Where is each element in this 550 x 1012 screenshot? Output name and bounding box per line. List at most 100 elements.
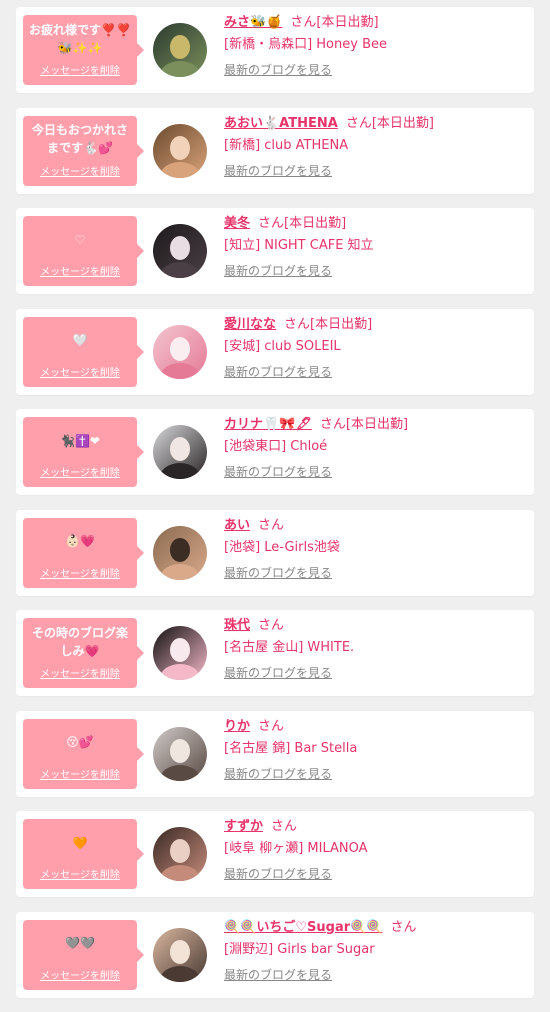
favorite-card: ♡ メッセージを削除 美冬 さん[本日出勤] [知立] NIGHT CAFE 知… [16,208,534,294]
avatar-image [153,927,207,982]
message-text: 🩶🩶 [65,936,95,950]
latest-blog-link[interactable]: 最新のブログを見る [224,62,332,78]
avatar[interactable] [153,324,207,379]
message-text: ♡ [74,232,86,247]
message-wrap: ♡ [27,219,133,260]
delete-message-link[interactable]: メッセージを削除 [40,565,120,580]
cast-name-link[interactable]: あおい🐇ATHENA [224,116,338,131]
avatar[interactable] [153,23,207,77]
cast-name-link[interactable]: 美冬 [224,216,250,231]
cast-name-link[interactable]: あい [224,518,250,533]
delete-message-link[interactable]: メッセージを削除 [40,263,120,278]
latest-blog-link[interactable]: 最新のブログを見る [224,665,332,681]
latest-blog-link[interactable]: 最新のブログを見る [224,464,332,480]
latest-blog-link[interactable]: 最新のブログを見る [224,364,332,380]
avatar-image [153,324,207,379]
honorific: さん [345,115,372,131]
cast-name-link[interactable]: カリナ🦷🎀🖋 [224,417,312,432]
cast-info: すずか さん [岐阜 柳ヶ瀬] MILANOA 最新のブログを見る [224,817,524,882]
shop-label: [岐阜 柳ヶ瀬] MILANOA [224,841,368,856]
cast-info: あい さん [池袋] Le-Girls池袋 最新のブログを見る [224,516,524,581]
avatar[interactable] [153,626,207,680]
cast-name-line: すずか さん [224,817,524,837]
message-wrap: 🐈‍⬛✝️❤ [27,420,133,461]
honorific: さん [290,15,317,30]
cast-name-line: 🍭🍭いちご♡Sugar🍭🍭 さん [224,918,524,938]
avatar[interactable] [153,123,207,178]
avatar-face [170,437,190,461]
delete-message-link[interactable]: メッセージを削除 [40,464,120,479]
latest-blog-link[interactable]: 最新のブログを見る [224,766,332,782]
cast-name-line: 愛川なな さん[本日出勤] [224,315,524,335]
message-wrap: 今日もおつかれさまです🐇💕 [27,119,133,160]
delete-message-link[interactable]: メッセージを削除 [40,967,120,982]
cast-name-link[interactable]: すずか [224,819,263,834]
status-label: [本日出勤] [371,115,434,131]
shop-label: [淵野辺] Girls bar Sugar [224,941,375,957]
avatar[interactable] [153,525,207,580]
avatar[interactable] [153,224,207,278]
message-bubble: お疲れ様です❣️❣️🐝✨✨ メッセージを削除 [23,15,144,85]
delete-message-link[interactable]: メッセージを削除 [40,163,120,178]
avatar[interactable] [153,927,207,982]
avatar-image [153,626,207,680]
avatar-face [170,236,190,260]
avatar-image [153,827,207,881]
message-text: 🤍 [72,333,88,347]
avatar[interactable] [153,726,207,781]
shop-label: [新橋・烏森口] Honey Bee [224,37,387,52]
cast-info: 🍭🍭いちご♡Sugar🍭🍭 さん [淵野辺] Girls bar Sugar 最新… [224,918,524,983]
shop-label: [安城] club SOLEIL [224,338,341,354]
message-wrap: その時のブログ楽しみ💗 [27,621,133,662]
latest-blog-link[interactable]: 最新のブログを見る [224,163,332,179]
delete-message-link[interactable]: メッセージを削除 [40,364,120,379]
shop-label: [池袋東口] Chloé [224,439,328,454]
cast-info: あおい🐇ATHENA さん[本日出勤] [新橋] club ATHENA 最新のブ… [224,114,524,179]
message-wrap: 👶🏻💗 [27,521,133,562]
message-text: お疲れ様です❣️❣️🐝✨✨ [29,22,131,55]
cast-name-line: 珠代 さん [224,616,524,636]
favorite-card: 🤍 メッセージを削除 愛川なな さん[本日出勤] [安城] club SOLEI… [16,308,534,395]
cast-name-line: あおい🐇ATHENA さん[本日出勤] [224,114,524,134]
message-bubble: 🤍 メッセージを削除 [23,316,144,387]
cast-name-link[interactable]: りか [224,719,250,734]
message-bubble: 🩶🩶 メッセージを削除 [23,919,144,990]
message-text: 👶🏻💗 [65,534,95,548]
favorite-list: お疲れ様です❣️❣️🐝✨✨ メッセージを削除 みさ🐝🍯 さん[本日出勤] [新橋… [16,7,534,1012]
delete-message-link[interactable]: メッセージを削除 [40,665,120,680]
message-bubble: ♡ メッセージを削除 [23,216,144,286]
favorite-card: 😚💕 メッセージを削除 りか さん [名古屋 錦] Bar Stella 最新の… [16,710,534,797]
favorite-card: その時のブログ楽しみ💗 メッセージを削除 珠代 さん [名古屋 金山] WHIT… [16,610,534,696]
cast-name-link[interactable]: 🍭🍭いちご♡Sugar🍭🍭 [224,920,383,935]
message-bubble: 👶🏻💗 メッセージを削除 [23,517,144,588]
cast-name-link[interactable]: みさ🐝🍯 [224,15,282,30]
message-wrap: 🧡 [27,822,133,863]
delete-message-link[interactable]: メッセージを削除 [40,866,120,881]
cast-name-link[interactable]: 珠代 [224,618,250,633]
delete-message-link[interactable]: メッセージを削除 [40,62,120,77]
avatar-image [153,525,207,580]
favorite-card: 👶🏻💗 メッセージを削除 あい さん [池袋] Le-Girls池袋 最新のブロ… [16,509,534,596]
shop-label: [名古屋 錦] Bar Stella [224,740,358,756]
cast-info: りか さん [名古屋 錦] Bar Stella 最新のブログを見る [224,717,524,782]
delete-message-link[interactable]: メッセージを削除 [40,766,120,781]
avatar-face [170,939,190,964]
honorific: さん [284,316,311,332]
latest-blog-link[interactable]: 最新のブログを見る [224,967,332,983]
avatar-image [153,224,207,278]
honorific: さん [258,517,285,533]
message-wrap: 🩶🩶 [27,923,133,964]
cast-name-link[interactable]: 愛川なな [224,317,276,332]
cast-info: 珠代 さん [名古屋 金山] WHITE. 最新のブログを見る [224,616,524,681]
message-text: 🐈‍⬛✝️❤ [60,433,100,448]
latest-blog-link[interactable]: 最新のブログを見る [224,866,332,882]
avatar-face [170,537,190,562]
latest-blog-link[interactable]: 最新のブログを見る [224,565,332,581]
shop-label: [新橋] club ATHENA [224,137,349,153]
honorific: さん [390,919,417,935]
avatar[interactable] [153,827,207,881]
message-wrap: 🤍 [27,320,133,361]
latest-blog-link[interactable]: 最新のブログを見る [224,263,332,279]
avatar[interactable] [153,425,207,479]
status-label: [本日出勤] [284,216,347,231]
